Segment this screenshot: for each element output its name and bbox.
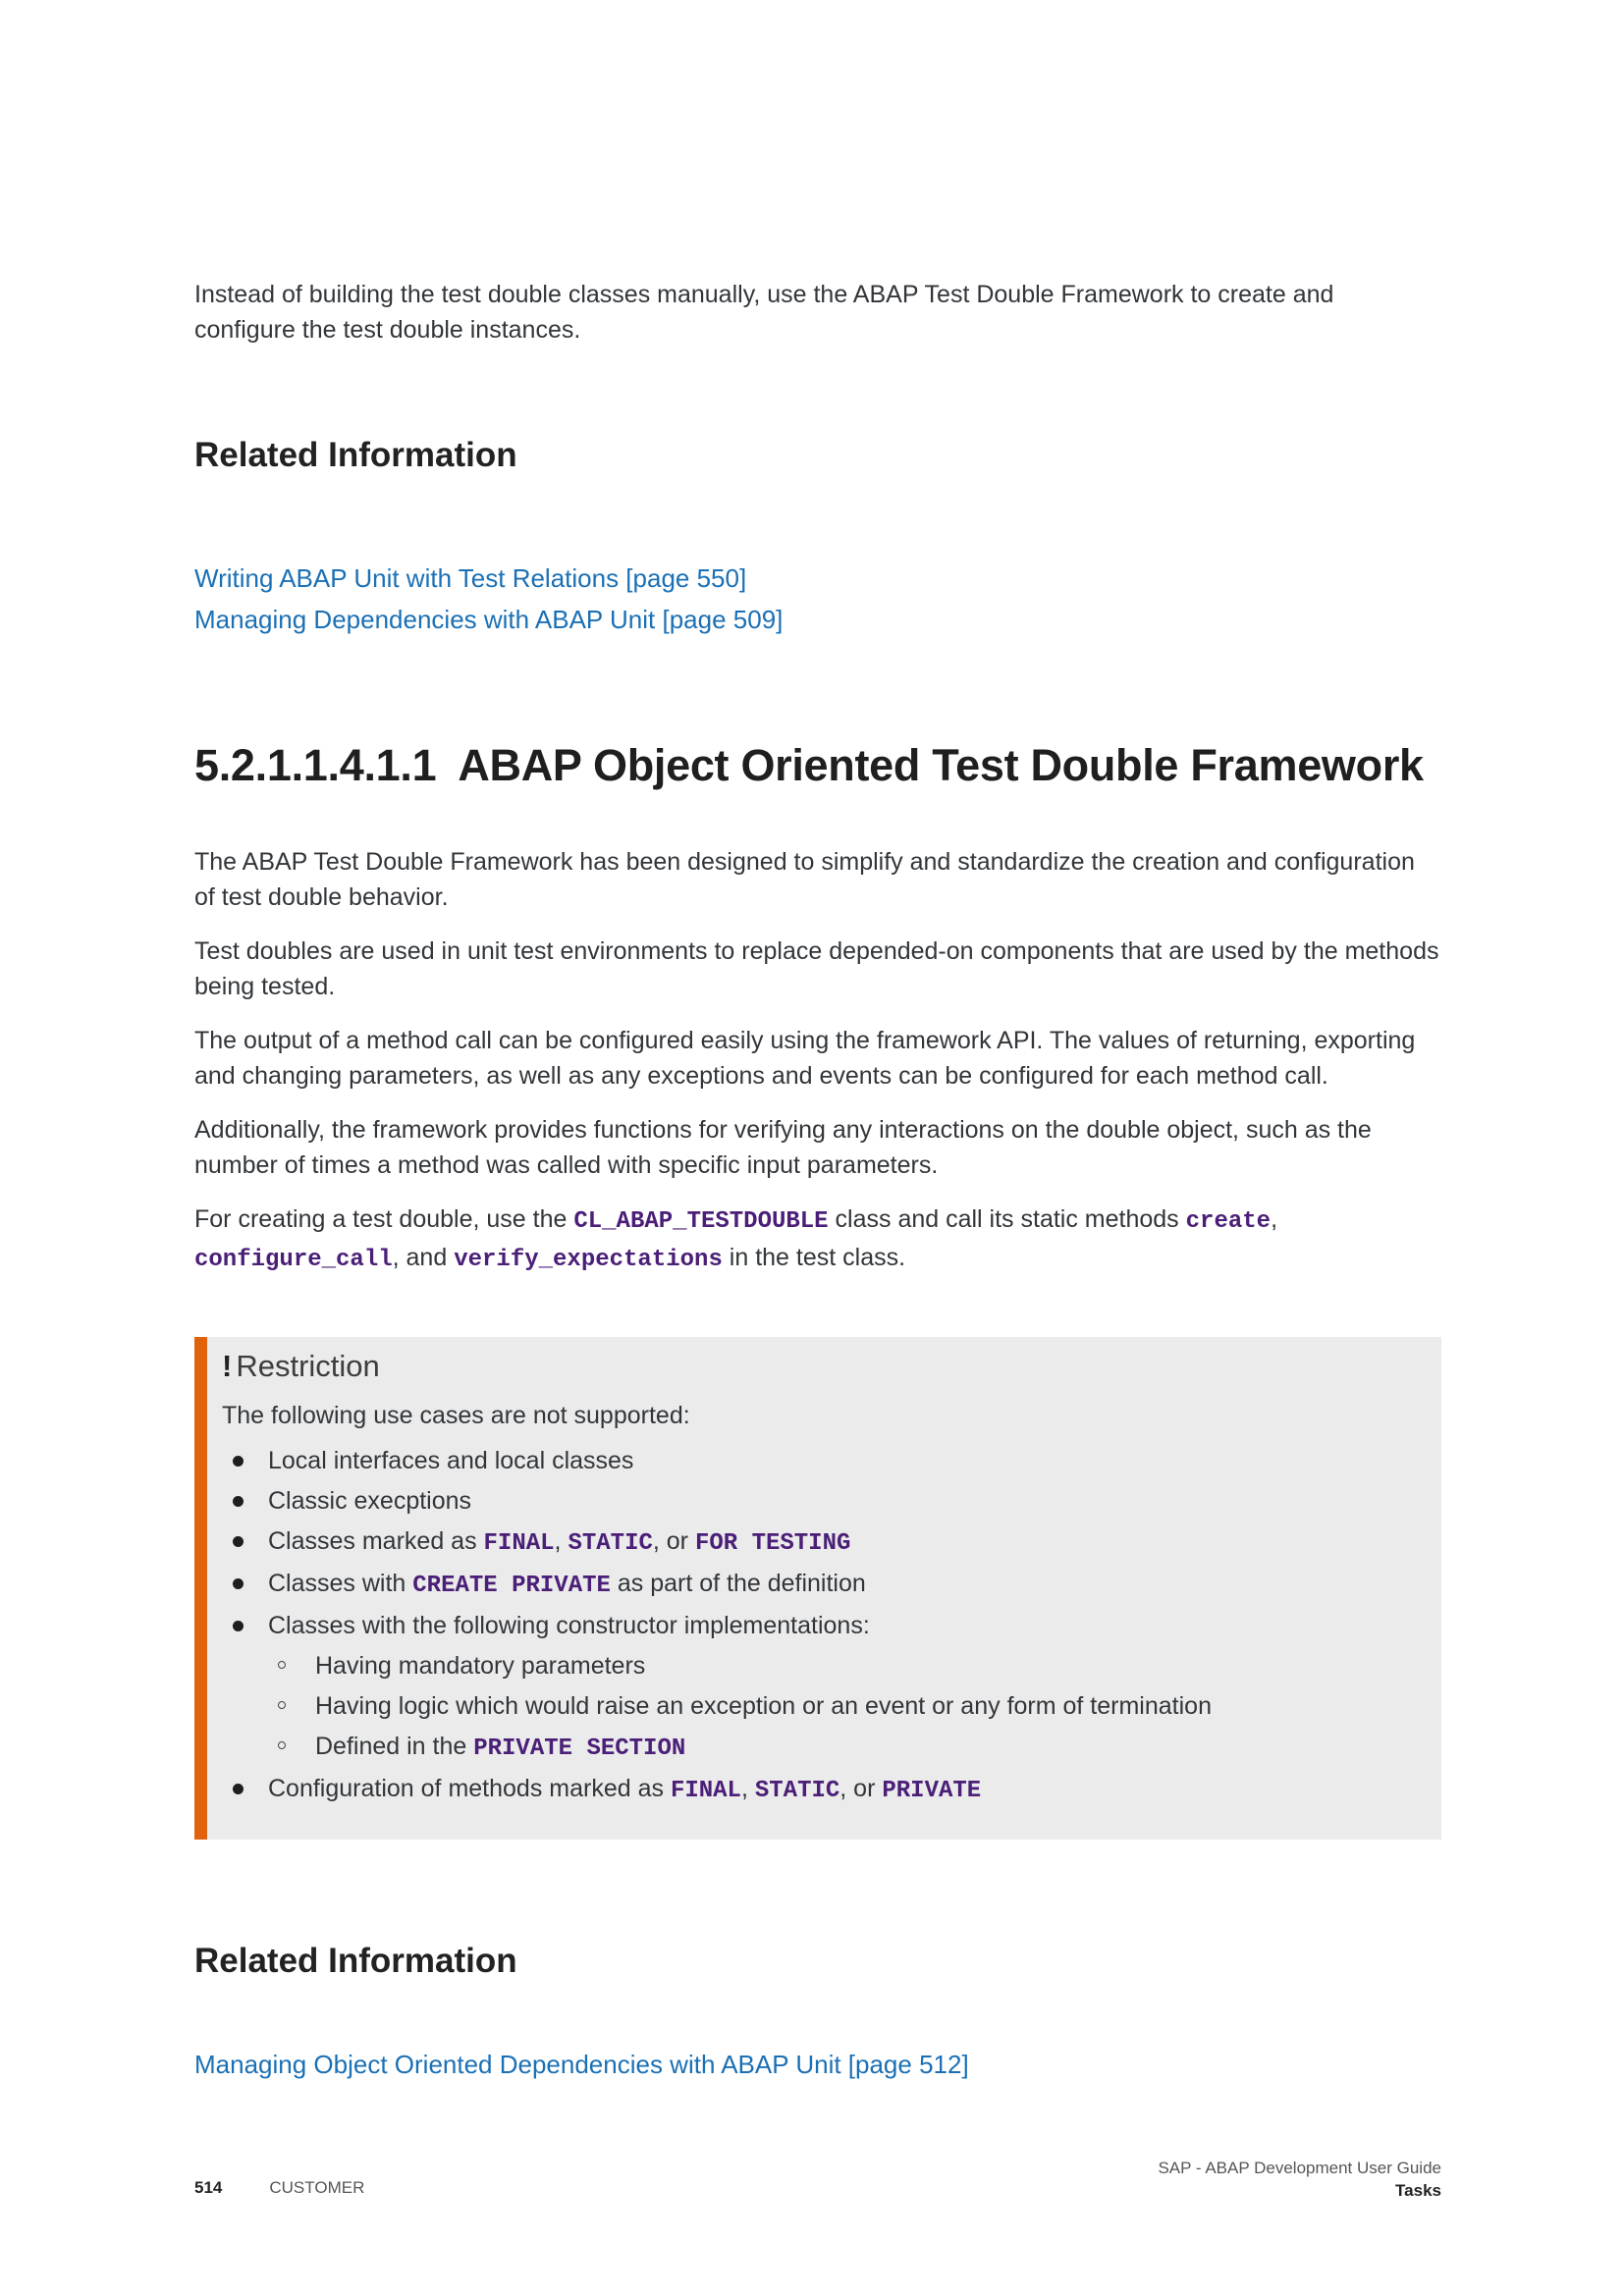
text-segment: class and call its static methods: [828, 1205, 1186, 1233]
sub-list: Having mandatory parameters Having logic…: [268, 1646, 1441, 1769]
paragraph-creating-test-double: For creating a test double, use the CL_A…: [194, 1201, 1441, 1278]
paragraph-3: The output of a method call can be confi…: [194, 1027, 1416, 1090]
sub-list-item: Defined in the PRIVATE SECTION: [268, 1727, 1441, 1769]
restriction-header: ! Restriction: [222, 1345, 1441, 1388]
link-writing-abap-unit-test-relations[interactable]: Writing ABAP Unit with Test Relations [p…: [194, 558, 1441, 599]
section-title-text: ABAP Object Oriented Test Double Framewo…: [458, 740, 1424, 790]
intro-paragraph: Instead of building the test double clas…: [194, 281, 1334, 344]
paragraph-4: Additionally, the framework provides fun…: [194, 1116, 1372, 1179]
text-segment: Classes with: [268, 1570, 413, 1597]
text-segment: Configuration of methods marked as: [268, 1775, 671, 1802]
sub-list-item: Having mandatory parameters: [268, 1646, 1441, 1686]
list-item: Classic execptions: [222, 1481, 1441, 1522]
text-segment: ,: [740, 1775, 755, 1802]
footer-right: SAP - ABAP Development User Guide Tasks: [1158, 2157, 1441, 2202]
list-item: Classes marked as FINAL, STATIC, or FOR …: [222, 1522, 1441, 1564]
text-segment: Classes with the following constructor i…: [268, 1612, 870, 1639]
list-item: Classes with CREATE PRIVATE as part of t…: [222, 1564, 1441, 1606]
text-segment: ,: [1271, 1205, 1278, 1233]
list-item: Classes with the following constructor i…: [222, 1606, 1441, 1769]
list-item: Local interfaces and local classes: [222, 1441, 1441, 1481]
code-final: FINAL: [670, 1778, 741, 1804]
text-segment: , or: [652, 1527, 695, 1555]
paragraph-2: Test doubles are used in unit test envir…: [194, 937, 1439, 1000]
document-title: SAP - ABAP Development User Guide: [1158, 2159, 1441, 2177]
related-links-list: Managing Object Oriented Dependencies wi…: [194, 2044, 1441, 2085]
restriction-box: ! Restriction The following use cases are…: [194, 1337, 1441, 1840]
restriction-intro: The following use cases are not supporte…: [222, 1402, 690, 1429]
paragraph-1: The ABAP Test Double Framework has been …: [194, 848, 1415, 911]
code-private: PRIVATE: [882, 1778, 982, 1804]
text-segment: For creating a test double, use the: [194, 1205, 574, 1233]
text-segment: ,: [554, 1527, 568, 1555]
code-for-testing: FOR TESTING: [694, 1530, 851, 1557]
section-number: 5.2.1.1.4.1.1: [194, 740, 437, 790]
text-segment: , or: [839, 1775, 883, 1802]
code-create: create: [1185, 1208, 1272, 1235]
code-create-private: CREATE PRIVATE: [412, 1573, 611, 1599]
text-segment: , and: [392, 1244, 455, 1271]
section-title: 5.2.1.1.4.1.1 ABAP Object Oriented Test D…: [194, 736, 1424, 795]
exclamation-icon: !: [222, 1349, 233, 1383]
page-number: 514: [194, 2178, 223, 2197]
text-segment: as part of the definition: [610, 1570, 866, 1597]
code-configure-call: configure_call: [194, 1247, 393, 1273]
classification-label: CUSTOMER: [269, 2178, 365, 2197]
footer-left: 514 CUSTOMER: [194, 2178, 364, 2198]
code-cl-abap-testdouble: CL_ABAP_TESTDOUBLE: [573, 1208, 829, 1235]
related-information-heading: Related Information: [194, 1942, 517, 1980]
restriction-title: Restriction: [236, 1349, 380, 1383]
restriction-list: Local interfaces and local classes Class…: [222, 1441, 1441, 1811]
related-information-heading: Related Information: [194, 436, 517, 474]
chapter-name: Tasks: [1395, 2181, 1441, 2200]
code-static: STATIC: [754, 1778, 840, 1804]
code-final: FINAL: [483, 1530, 555, 1557]
related-links-list: Writing ABAP Unit with Test Relations [p…: [194, 558, 1441, 640]
code-static: STATIC: [568, 1530, 653, 1557]
sub-list-item: Having logic which would raise an except…: [268, 1686, 1441, 1727]
text-segment: in the test class.: [722, 1244, 906, 1271]
link-managing-oo-dependencies-abap-unit[interactable]: Managing Object Oriented Dependencies wi…: [194, 2044, 1441, 2085]
list-item: Configuration of methods marked as FINAL…: [222, 1769, 1441, 1811]
section-body: The ABAP Test Double Framework has been …: [194, 844, 1441, 1297]
text-segment: Defined in the: [315, 1733, 474, 1760]
link-managing-dependencies-abap-unit[interactable]: Managing Dependencies with ABAP Unit [pa…: [194, 599, 1441, 640]
text-segment: Classes marked as: [268, 1527, 484, 1555]
code-verify-expectations: verify_expectations: [454, 1247, 723, 1273]
code-private-section: PRIVATE SECTION: [473, 1735, 686, 1762]
